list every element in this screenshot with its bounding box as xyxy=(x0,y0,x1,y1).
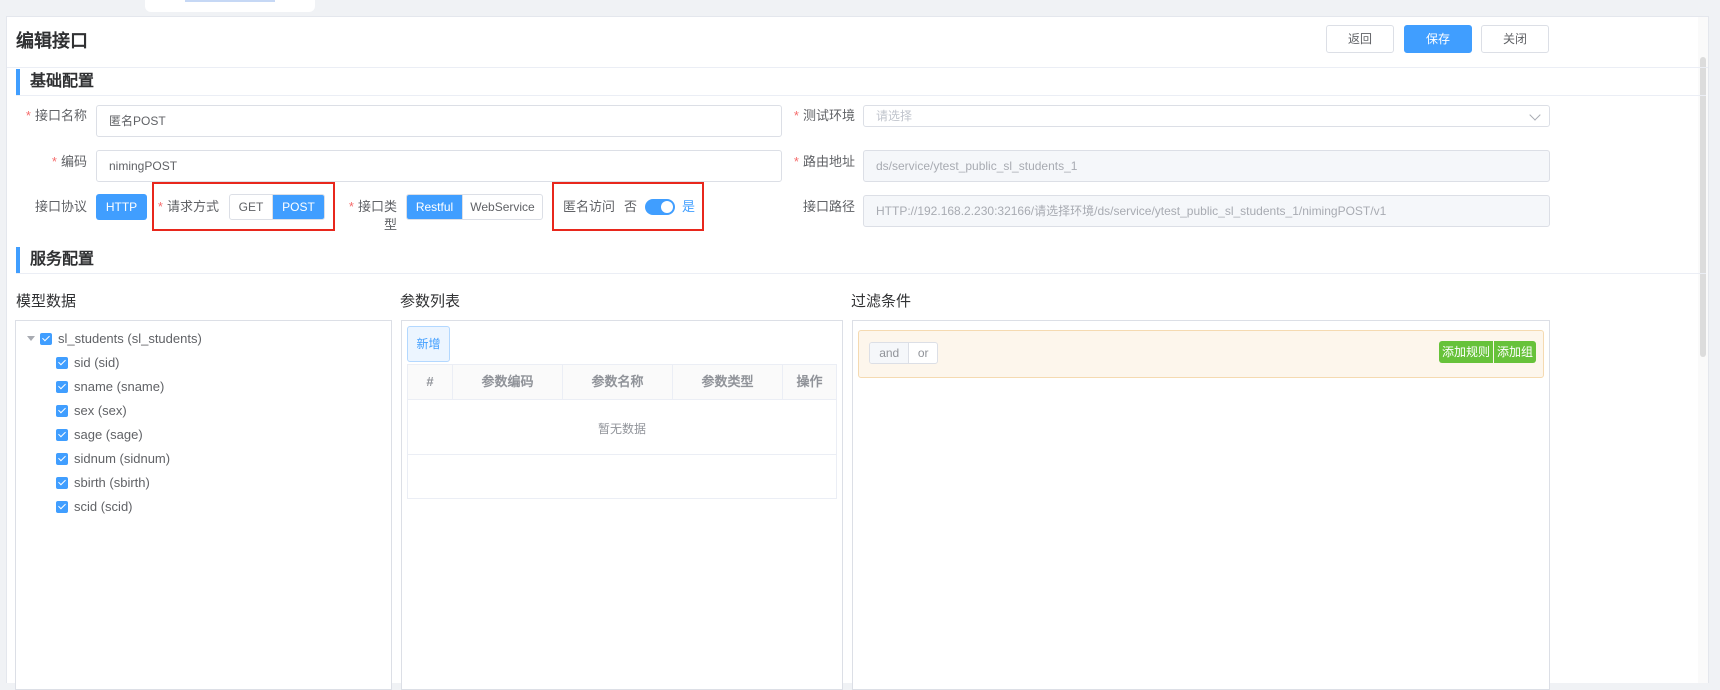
tree-checkbox[interactable] xyxy=(56,453,68,465)
type-restful-button[interactable]: Restful xyxy=(407,195,463,219)
path-input[interactable]: HTTP://192.168.2.230:32166/请选择环境/ds/serv… xyxy=(863,195,1550,227)
tree-item[interactable]: sbirth (sbirth) xyxy=(74,475,150,491)
tree-checkbox[interactable] xyxy=(40,333,52,345)
back-button[interactable]: 返回 xyxy=(1326,25,1394,53)
params-list-title: 参数列表 xyxy=(400,293,461,310)
page-title: 编辑接口 xyxy=(16,31,88,51)
tree-root-label[interactable]: sl_students (sl_students) xyxy=(58,331,202,347)
logic-switch: and or xyxy=(869,342,938,364)
table-divider xyxy=(408,454,836,455)
params-table: # 参数编码 参数名称 参数类型 操作 暂无数据 xyxy=(407,364,837,499)
add-group-button[interactable]: 添加组 xyxy=(1494,341,1536,363)
logic-or-button[interactable]: or xyxy=(909,343,937,363)
active-tab[interactable] xyxy=(145,0,315,12)
table-header-index: # xyxy=(408,365,453,399)
method-label: * 请求方式 xyxy=(157,199,219,214)
type-label: * 接口类型 xyxy=(348,199,397,232)
tree-checkbox[interactable] xyxy=(56,477,68,489)
section-divider xyxy=(16,95,1706,96)
tree-checkbox[interactable] xyxy=(56,501,68,513)
filter-box: and or 添加规则 添加组 xyxy=(852,320,1550,690)
path-label: 接口路径 xyxy=(802,199,855,214)
model-data-title: 模型数据 xyxy=(16,293,77,310)
interface-name-label: * 接口名称 xyxy=(25,108,87,123)
save-button[interactable]: 保存 xyxy=(1404,25,1472,53)
code-label: * 编码 xyxy=(51,154,87,169)
tree-checkbox[interactable] xyxy=(56,405,68,417)
test-env-label: * 测试环境 xyxy=(793,108,855,123)
table-header-actions: 操作 xyxy=(783,365,836,399)
filter-group: and or 添加规则 添加组 xyxy=(858,330,1544,378)
caret-down-icon[interactable] xyxy=(27,336,35,341)
section-divider xyxy=(16,273,1706,274)
code-input[interactable]: nimingPOST xyxy=(96,150,782,182)
toggle-knob xyxy=(661,201,673,213)
method-segmented: GET POST xyxy=(229,194,325,220)
anonymous-on-text: 是 xyxy=(681,199,695,214)
anonymous-toggle[interactable] xyxy=(645,199,675,215)
add-param-button[interactable]: 新增 xyxy=(407,326,450,362)
interface-name-input[interactable]: 匿名POST xyxy=(96,105,782,137)
tree-checkbox[interactable] xyxy=(56,429,68,441)
table-divider xyxy=(408,399,836,400)
table-header-code: 参数编码 xyxy=(453,365,563,399)
type-segmented: Restful WebService xyxy=(406,194,543,220)
params-box: 新增 # 参数编码 参数名称 参数类型 操作 暂无数据 xyxy=(401,320,843,690)
tree-checkbox[interactable] xyxy=(56,357,68,369)
tree-item[interactable]: scid (scid) xyxy=(74,499,133,515)
section-service-config: 服务配置 xyxy=(16,247,94,273)
tree-item[interactable]: sidnum (sidnum) xyxy=(74,451,170,467)
protocol-http-button[interactable]: HTTP xyxy=(96,194,147,220)
empty-text: 暂无数据 xyxy=(598,422,647,436)
filter-title: 过滤条件 xyxy=(851,293,912,310)
anonymous-label: 匿名访问 xyxy=(563,199,616,214)
anonymous-off-text: 否 xyxy=(623,199,637,214)
protocol-label: 接口协议 xyxy=(34,199,87,214)
tree-item[interactable]: sage (sage) xyxy=(74,427,143,443)
tree-checkbox[interactable] xyxy=(56,381,68,393)
header-divider xyxy=(7,67,1708,68)
method-get-button[interactable]: GET xyxy=(230,195,273,219)
chevron-down-icon xyxy=(1529,109,1541,121)
scrollbar[interactable] xyxy=(1698,17,1708,683)
route-label: * 路由地址 xyxy=(793,154,855,169)
scrollbar-thumb[interactable] xyxy=(1700,57,1706,357)
test-env-select[interactable]: 请选择 xyxy=(863,105,1550,127)
edit-interface-panel: 编辑接口 返回 保存 关闭 基础配置 * 接口名称 匿名POST * 测试环境 请选… xyxy=(6,16,1709,690)
tree-item[interactable]: sid (sid) xyxy=(74,355,120,371)
add-rule-button[interactable]: 添加规则 xyxy=(1439,341,1493,363)
tree-item[interactable]: sname (sname) xyxy=(74,379,164,395)
close-button[interactable]: 关闭 xyxy=(1481,25,1549,53)
logic-and-button[interactable]: and xyxy=(870,343,910,363)
table-header-name: 参数名称 xyxy=(563,365,673,399)
top-tab-strip xyxy=(0,0,1720,12)
model-tree-box: sl_students (sl_students) sid (sid) snam… xyxy=(15,320,392,690)
method-post-button[interactable]: POST xyxy=(273,195,324,219)
section-basic-config: 基础配置 xyxy=(16,69,94,95)
table-header-type: 参数类型 xyxy=(673,365,783,399)
type-webservice-button[interactable]: WebService xyxy=(463,195,542,219)
route-input[interactable]: ds/service/ytest_public_sl_students_1 xyxy=(863,150,1550,182)
tree-item[interactable]: sex (sex) xyxy=(74,403,127,419)
